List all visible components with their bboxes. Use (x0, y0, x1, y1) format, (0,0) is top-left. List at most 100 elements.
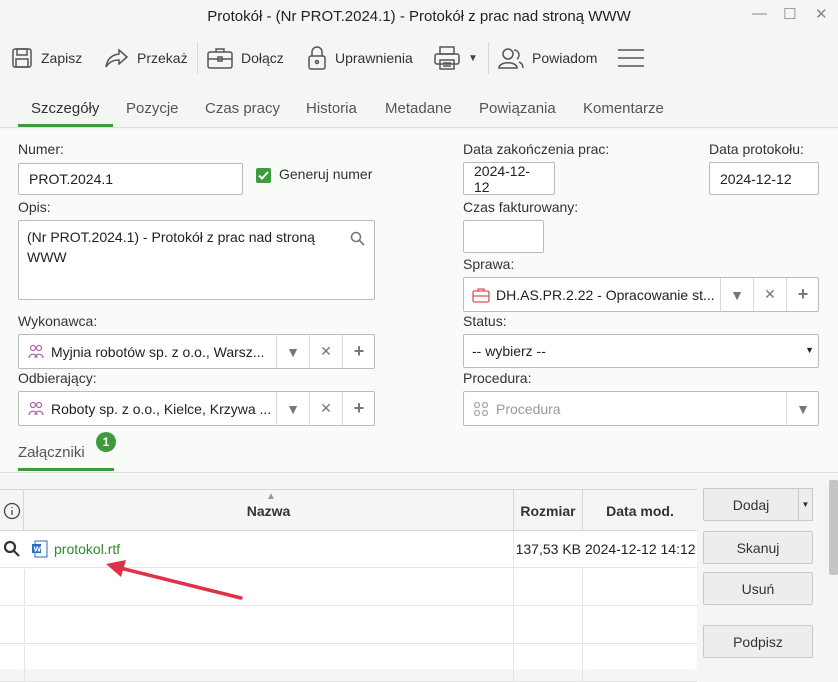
menu-button[interactable] (617, 44, 645, 72)
add-attachment-label: Dodaj (732, 496, 770, 513)
empty-cell (24, 607, 514, 643)
add-icon[interactable]: + (342, 392, 375, 425)
numer-input[interactable]: PROT.2024.1 (18, 163, 243, 195)
size-column-header[interactable]: Rozmiar (514, 490, 583, 531)
clear-icon[interactable]: ✕ (309, 335, 342, 368)
status-select[interactable]: -- wybierz -- ▼ (463, 334, 819, 368)
chevron-down-icon[interactable]: ▼ (276, 392, 309, 425)
remove-button[interactable]: Usuń (703, 572, 813, 605)
generate-number-checkbox[interactable] (256, 168, 271, 183)
search-icon[interactable] (350, 231, 365, 246)
tab-powiazania[interactable]: Powiązania (479, 100, 556, 117)
add-icon[interactable]: + (342, 335, 375, 368)
minimize-button[interactable]: — (752, 5, 767, 22)
permissions-button[interactable]: Uprawnienia (306, 44, 413, 72)
procedura-placeholder: Procedura (496, 400, 561, 417)
czas-fakturowany-input[interactable] (463, 220, 544, 253)
sign-button[interactable]: Podpisz (703, 625, 813, 658)
date-column-label: Data mod. (606, 502, 674, 519)
czas-fakturowany-label: Czas fakturowany: (463, 199, 579, 215)
opis-textarea[interactable]: (Nr PROT.2024.1) - Protokół z prac nad s… (18, 220, 375, 300)
numer-label: Numer: (18, 141, 64, 157)
sprawa-combobox[interactable]: DH.AS.PR.2.22 - Opracowanie st... ▼ ✕ + (463, 277, 819, 312)
wykonawca-combobox[interactable]: Myjnia robotów sp. z o.o., Warsz... ▼ ✕ … (18, 334, 375, 369)
table-header: Nazwa ▲ Rozmiar Data mod. (0, 490, 697, 531)
sprawa-value: DH.AS.PR.2.22 - Opracowanie st... (496, 286, 715, 303)
notify-label: Powiadom (532, 50, 598, 66)
maximize-button[interactable]: ☐ (783, 5, 796, 23)
forward-icon (105, 48, 129, 68)
active-tab-indicator (18, 124, 113, 127)
info-column-header[interactable] (0, 490, 24, 531)
wykonawca-label: Wykonawca: (18, 313, 98, 329)
close-button[interactable]: ✕ (815, 5, 828, 23)
file-date: 2024-12-12 14:12 (585, 541, 696, 557)
tab-komentarze[interactable]: Komentarze (583, 100, 664, 117)
tab-pozycje[interactable]: Pozycje (126, 100, 179, 117)
file-size: 137,53 KB (515, 541, 581, 557)
forward-button[interactable]: Przekaż (104, 44, 188, 72)
empty-cell (24, 569, 514, 605)
divider (0, 472, 838, 473)
add-attachment-button[interactable]: Dodaj (703, 488, 813, 521)
hamburger-menu-icon (618, 49, 644, 67)
toolbar-separator (488, 42, 489, 74)
tab-bar: Szczegóły Pozycje Czas pracy Historia Me… (0, 86, 838, 128)
scrollbar-thumb[interactable] (829, 480, 838, 575)
sprawa-label: Sprawa: (463, 256, 515, 272)
magnifier-icon[interactable] (3, 540, 21, 558)
contractor-icon (28, 344, 44, 359)
data-protokolu-input[interactable]: 2024-12-12 (709, 162, 819, 195)
title-bar: Protokół - (Nr PROT.2024.1) - Protokół z… (0, 0, 838, 34)
clear-icon[interactable]: ✕ (753, 278, 786, 311)
chevron-down-icon[interactable]: ▼ (276, 335, 309, 368)
preview-cell[interactable] (0, 531, 24, 567)
chevron-down-icon[interactable]: ▼ (468, 53, 478, 64)
save-button[interactable]: Zapisz (10, 44, 82, 72)
sign-label: Podpisz (733, 633, 783, 650)
table-row (0, 645, 697, 682)
scan-label: Skanuj (736, 539, 780, 556)
date-column-header[interactable]: Data mod. (583, 490, 697, 531)
active-tab-indicator (18, 468, 114, 471)
attachments-count-badge: 1 (96, 432, 116, 452)
briefcase-icon (472, 288, 490, 303)
tab-czas-pracy[interactable]: Czas pracy (205, 100, 280, 117)
annotation-arrow (106, 560, 243, 600)
tab-historia[interactable]: Historia (306, 100, 357, 117)
opis-label: Opis: (18, 199, 51, 215)
odbierajacy-combobox[interactable]: Roboty sp. z o.o., Kielce, Krzywa ... ▼ … (18, 391, 375, 426)
scan-button[interactable]: Skanuj (703, 531, 813, 564)
chevron-down-icon[interactable]: ▼ (805, 345, 814, 355)
chevron-down-icon[interactable]: ▼ (786, 392, 819, 425)
lock-icon (308, 46, 326, 70)
add-icon[interactable]: + (786, 278, 819, 311)
clear-icon[interactable]: ✕ (309, 392, 342, 425)
status-value: -- wybierz -- (472, 343, 546, 359)
procedura-combobox[interactable]: Procedura ▼ (463, 391, 819, 426)
data-zakonczenia-input[interactable]: 2024-12-12 (463, 162, 555, 195)
empty-cell (514, 607, 583, 643)
empty-cell (24, 645, 514, 681)
printer-icon (434, 46, 460, 70)
chevron-down-icon[interactable]: ▼ (798, 488, 813, 521)
name-column-label: Nazwa (246, 502, 291, 519)
check-icon (258, 171, 269, 180)
notify-button[interactable]: Powiadom (497, 44, 597, 72)
tab-zalaczniki[interactable]: Załączniki (18, 444, 85, 461)
tab-metadane[interactable]: Metadane (385, 100, 452, 117)
toolbar-separator (197, 42, 198, 74)
table-row (0, 607, 697, 644)
contractor-icon (28, 401, 44, 416)
print-button[interactable]: ▼ (433, 44, 478, 72)
opis-text: (Nr PROT.2024.1) - Protokół z prac nad s… (27, 229, 315, 265)
wykonawca-value: Myjnia robotów sp. z o.o., Warsz... (51, 343, 265, 360)
attach-button[interactable]: Dołącz (206, 44, 284, 72)
chevron-down-icon[interactable]: ▼ (720, 278, 753, 311)
size-cell: 137,53 KB (514, 531, 583, 567)
attach-label: Dołącz (241, 50, 284, 66)
sort-ascending-icon: ▲ (266, 491, 276, 502)
name-cell[interactable]: W protokol.rtf (24, 531, 514, 567)
tab-szczegoly[interactable]: Szczegóły (31, 100, 99, 117)
procedure-icon (473, 401, 489, 417)
